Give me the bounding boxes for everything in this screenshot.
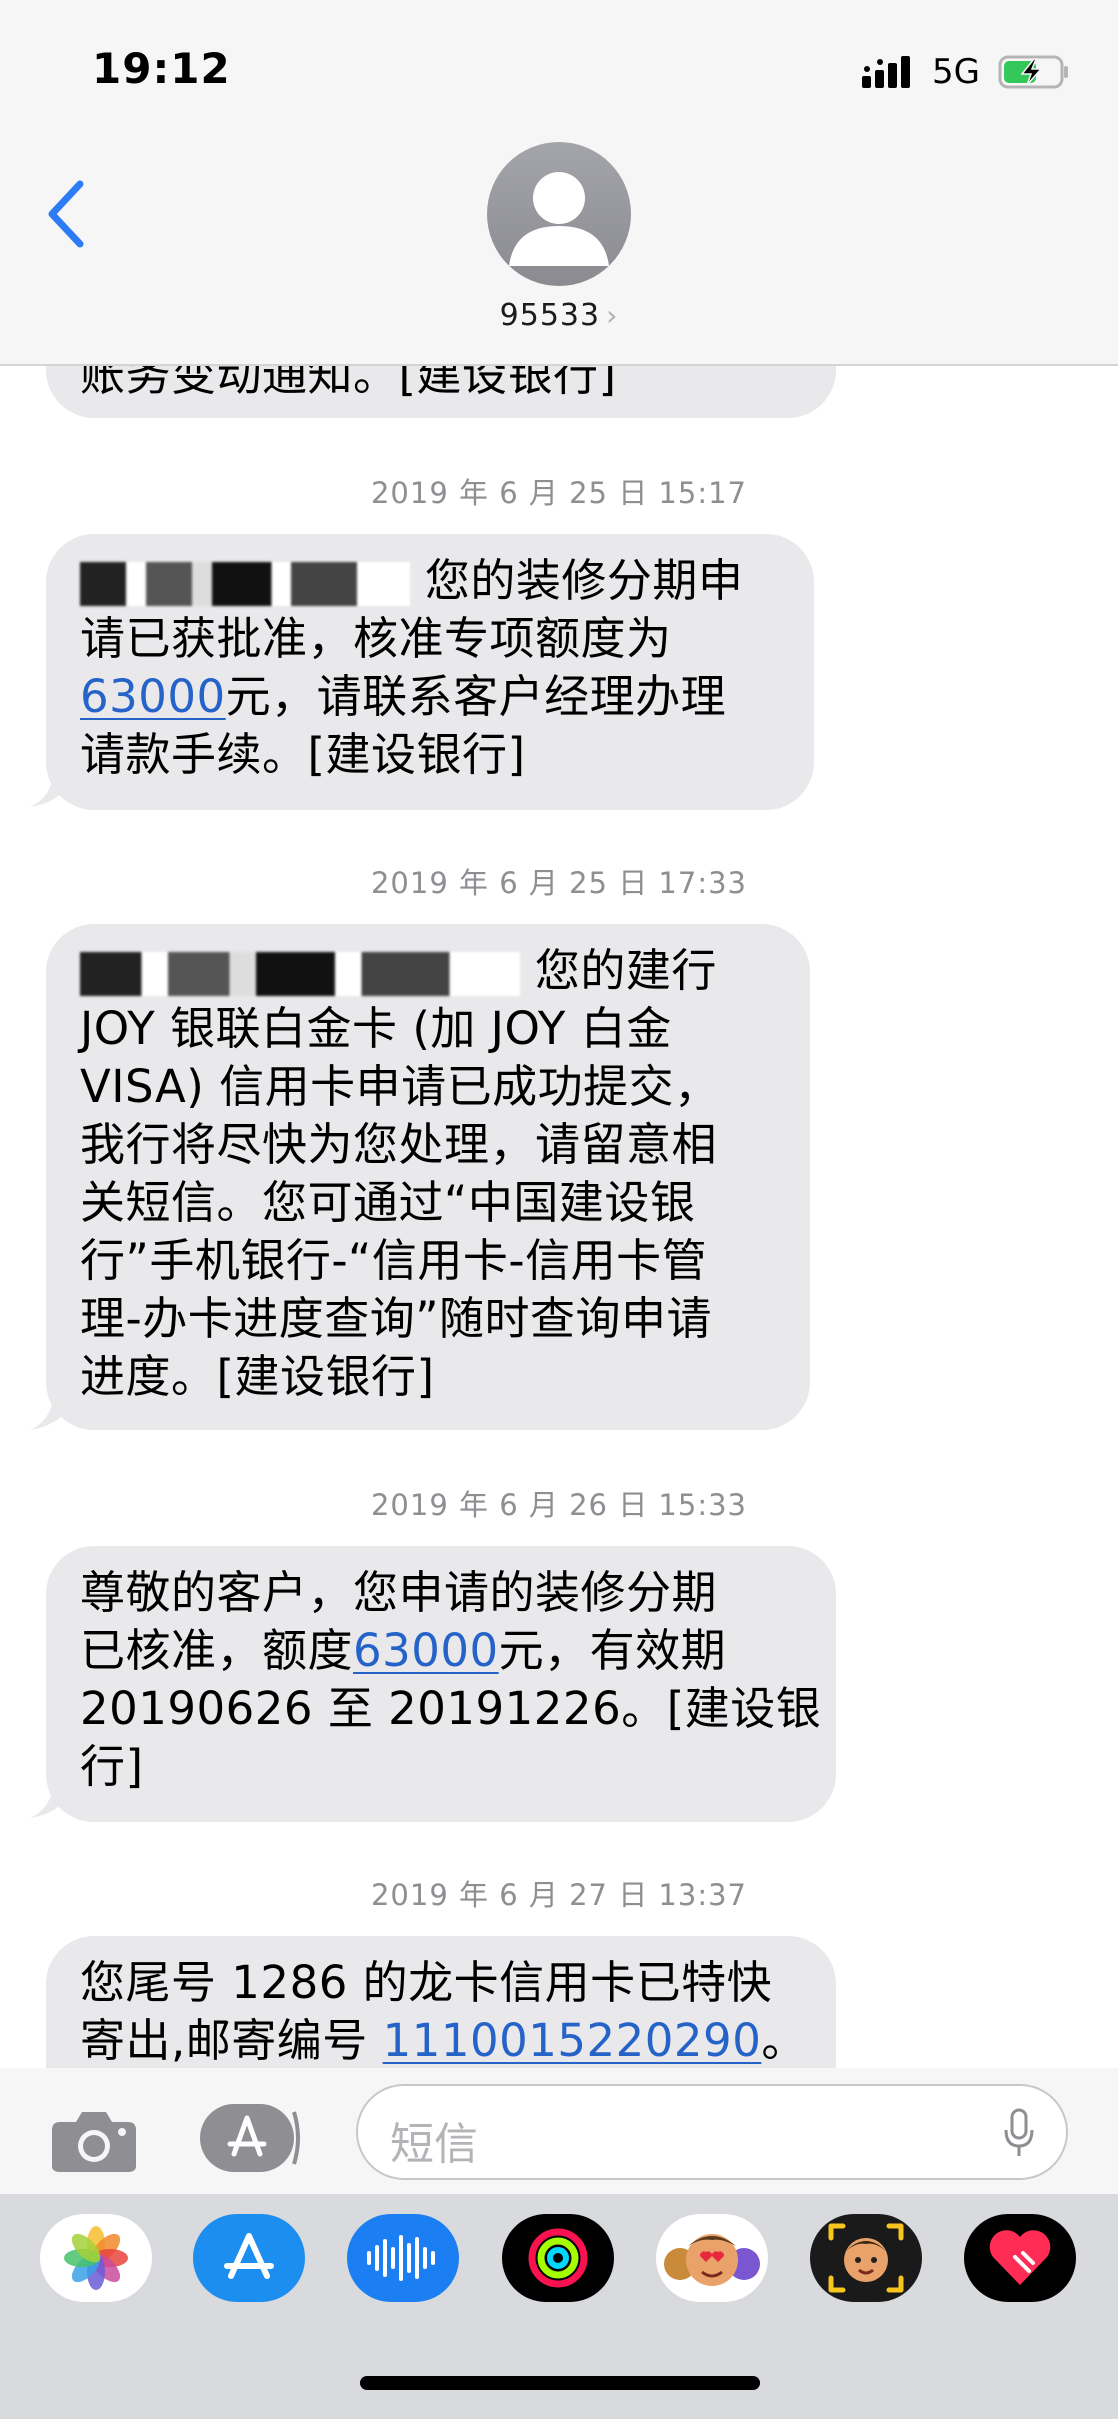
- message-line: 您尾号 1286 的龙卡信用卡已特快: [80, 1956, 773, 2009]
- message-line: 进度。[建设银行]: [80, 1350, 435, 1403]
- camera-icon[interactable]: [50, 2108, 138, 2174]
- message-line: 寄出,邮寄编号 1110015220290。: [80, 2014, 807, 2067]
- tracking-number-link[interactable]: 1110015220290: [383, 2014, 762, 2067]
- message-line: 已核准，额度63000元，有效期: [80, 1624, 727, 1677]
- activity-icon[interactable]: [502, 2214, 614, 2302]
- photos-icon[interactable]: [40, 2214, 152, 2302]
- message-line: 理-办卡进度查询”随时查询申请: [80, 1292, 713, 1345]
- message-line: 行]: [80, 1740, 144, 1793]
- message-line: 行”手机银行-“信用卡-信用卡管: [80, 1234, 708, 1287]
- back-chevron-icon[interactable]: [44, 178, 88, 250]
- microphone-icon[interactable]: [1002, 2108, 1036, 2160]
- contact-name[interactable]: 95533 ›: [0, 298, 1118, 333]
- amount-link[interactable]: 63000: [80, 670, 226, 723]
- timestamp: 2019 年 6 月 25 日 17:33: [370, 866, 748, 900]
- message-line: 请款手续。[建设银行]: [80, 728, 526, 781]
- message-placeholder: 短信: [390, 2119, 478, 2170]
- person-icon: [509, 172, 609, 266]
- digital-touch-icon[interactable]: [964, 2214, 1076, 2302]
- message-line: 63000元，请联系客户经理办理: [80, 670, 727, 723]
- message-line: VISA) 信用卡申请已成功提交，: [80, 1060, 720, 1113]
- message-line: JOY 银联白金卡 (加 JOY 白金: [80, 1002, 672, 1055]
- compose-bar: 短信: [0, 2068, 1118, 2194]
- message-bubble[interactable]: 您的建行 JOY 银联白金卡 (加 JOY 白金 VISA) 信用卡申请已成功提…: [46, 924, 810, 1430]
- status-indicators: 5G: [862, 50, 1070, 94]
- contact-chevron-icon: ›: [606, 299, 619, 332]
- network-type: 5G: [932, 52, 980, 92]
- redacted-name: [80, 952, 520, 996]
- message-bubble[interactable]: 您尾号 1286 的龙卡信用卡已特快 寄出,邮寄编号 1110015220290…: [46, 1936, 836, 2070]
- conversation-header: 19:12 5G 95533 ›: [0, 0, 1118, 366]
- timestamp: 2019 年 6 月 26 日 15:33: [370, 1488, 748, 1522]
- message-line: 关短信。您可通过“中国建设银: [80, 1176, 696, 1229]
- message-input[interactable]: 短信: [356, 2084, 1068, 2180]
- message-line: 您的装修分期申: [80, 552, 780, 610]
- status-time: 19:12: [92, 44, 231, 93]
- audio-message-icon[interactable]: [347, 2214, 459, 2302]
- message-bubble[interactable]: 尊敬的客户，您申请的装修分期 已核准，额度63000元，有效期 20190626…: [46, 1546, 836, 1822]
- message-line: 尊敬的客户，您申请的装修分期: [80, 1566, 718, 1619]
- app-store-button-icon[interactable]: [198, 2102, 304, 2174]
- memoji-icon[interactable]: [656, 2214, 768, 2302]
- redacted-name: [80, 562, 410, 606]
- message-line: 您的建行: [80, 942, 776, 1000]
- timestamp: 2019 年 6 月 27 日 13:37: [370, 1878, 748, 1912]
- message-bubble[interactable]: 您的装修分期申 请已获批准，核准专项额度为 63000元，请联系客户经理办理 请…: [46, 534, 814, 810]
- app-store-icon[interactable]: [193, 2214, 305, 2302]
- home-indicator[interactable]: [360, 2376, 760, 2390]
- memoji-camera-icon[interactable]: [810, 2214, 922, 2302]
- message-line: 我行将尽快为您处理，请留意相: [80, 1118, 718, 1171]
- amount-link[interactable]: 63000: [353, 1624, 499, 1677]
- contact-avatar[interactable]: [487, 142, 631, 286]
- message-line: 20190626 至 20191226。[建设银: [80, 1682, 822, 1735]
- message-line: 请已获批准，核准专项额度为: [80, 612, 672, 665]
- signal-icon: [862, 56, 911, 88]
- battery-charging-icon: [998, 55, 1068, 89]
- timestamp: 2019 年 6 月 25 日 15:17: [370, 476, 748, 510]
